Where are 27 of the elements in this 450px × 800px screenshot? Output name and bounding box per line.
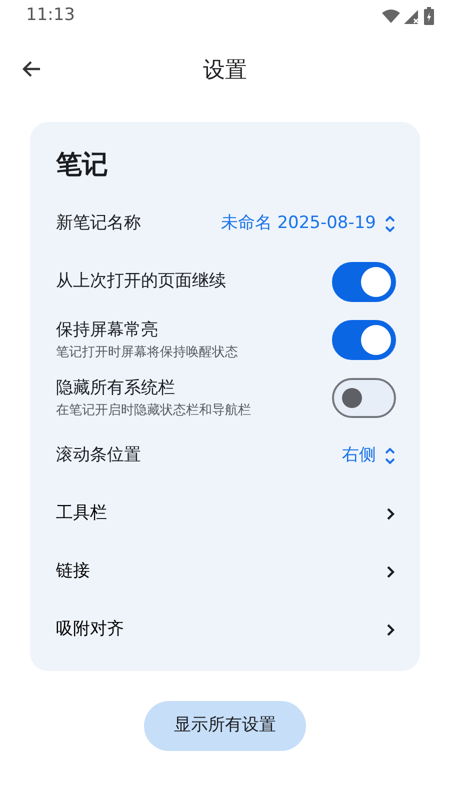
chevron-right-icon — [386, 565, 396, 579]
up-down-icon — [384, 215, 396, 233]
up-down-icon — [384, 447, 396, 465]
toggle-switch[interactable] — [332, 262, 396, 302]
setting-description: 在笔记开启时隐藏状态栏和导航栏 — [56, 402, 251, 420]
setting-label: 新笔记名称 — [56, 212, 141, 236]
status-time: 11:13 — [26, 4, 75, 28]
page-title: 设置 — [203, 56, 247, 84]
section-title: 笔记 — [56, 149, 109, 182]
setting-description: 笔记打开时屏幕将保持唤醒状态 — [56, 344, 238, 362]
setting-label: 从上次打开的页面继续 — [56, 270, 226, 294]
select-value[interactable]: 右侧 — [342, 443, 396, 469]
setting-link[interactable]: 吸附对齐 — [56, 601, 396, 659]
setting-label: 保持屏幕常亮 — [56, 318, 159, 342]
chevron-right-icon — [386, 623, 396, 637]
setting-label: 滚动条位置 — [56, 444, 141, 468]
setting-link[interactable]: 工具栏 — [56, 485, 396, 543]
toggle-switch[interactable] — [332, 320, 396, 360]
signal-icon — [404, 8, 420, 24]
chevron-right-icon — [386, 507, 396, 521]
setting-label: 隐藏所有系统栏 — [56, 376, 176, 400]
show-all-settings-button[interactable]: 显示所有设置 — [144, 701, 306, 750]
battery-icon — [424, 7, 434, 25]
setting-link[interactable]: 链接 — [56, 543, 396, 601]
toggle-switch[interactable] — [332, 378, 396, 418]
select-value[interactable]: 未命名 2025-08-19 — [220, 211, 396, 237]
wifi-icon — [382, 9, 400, 23]
